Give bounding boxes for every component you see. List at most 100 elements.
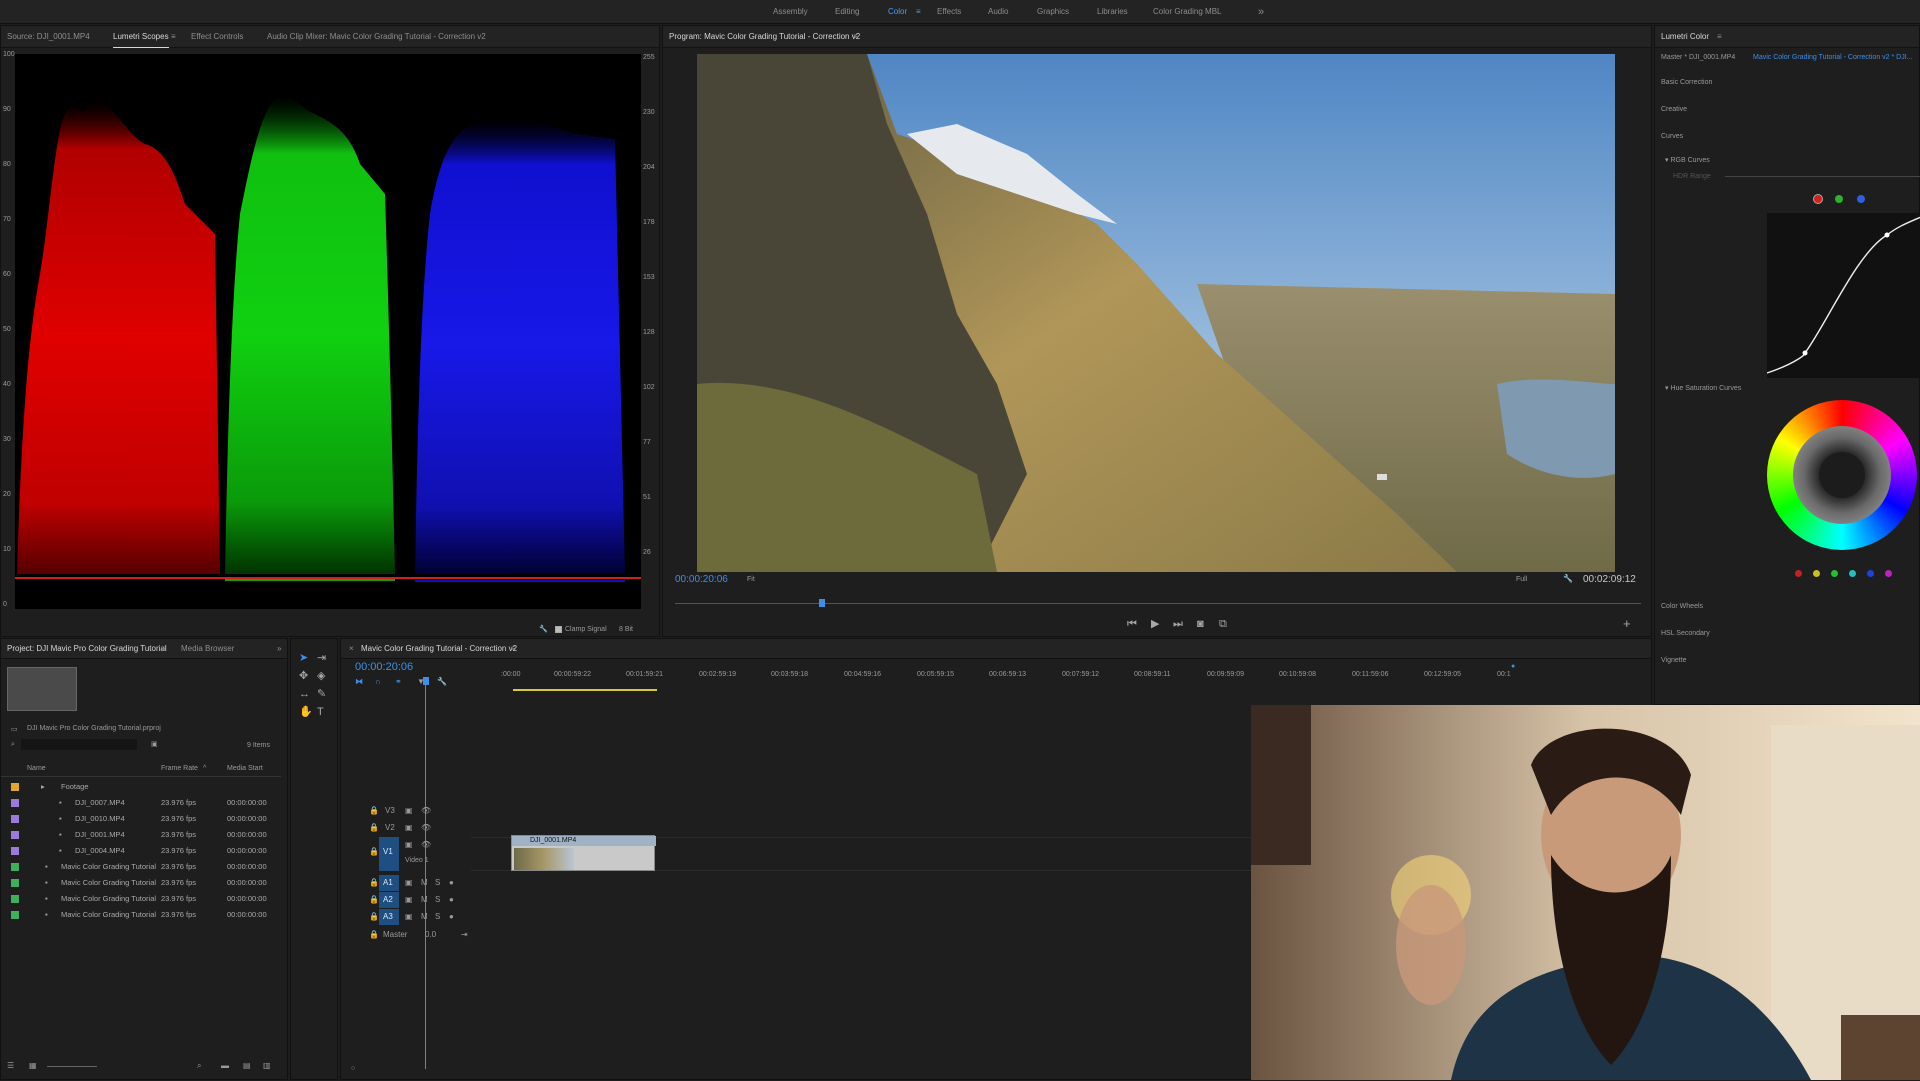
scroll-handle-left[interactable]: ○ xyxy=(351,1065,355,1072)
tab-effect-controls[interactable]: Effect Controls xyxy=(191,26,243,48)
clamp-signal-checkbox[interactable] xyxy=(555,626,562,633)
lock-icon[interactable]: 🔒 xyxy=(369,806,379,815)
section-creative[interactable]: Creative xyxy=(1661,106,1687,113)
export-frame-icon[interactable]: ◙ xyxy=(1197,619,1204,630)
icon-view-icon[interactable]: ▦ xyxy=(29,1061,37,1070)
list-item[interactable]: ▪ DJI_0010.MP4 23.976 fps 00:00:00:00 xyxy=(1,811,281,827)
nest-icon[interactable]: ⧓ xyxy=(355,677,363,686)
hue-channel-red[interactable] xyxy=(1795,570,1802,577)
track-select-icon[interactable]: ⇥ xyxy=(317,653,326,664)
mic-icon[interactable]: ● xyxy=(449,912,454,921)
mute-icon[interactable]: M xyxy=(421,912,428,921)
sync-lock-icon[interactable]: ▣ xyxy=(405,806,413,815)
playhead-handle[interactable] xyxy=(423,677,429,685)
column-name[interactable]: Name xyxy=(27,765,46,772)
tab-media-browser[interactable]: Media Browser xyxy=(181,639,234,659)
linked-selection-icon[interactable]: ⚭ xyxy=(395,677,402,686)
hue-sat-curves-toggle[interactable]: ▾ Hue Saturation Curves xyxy=(1665,384,1741,392)
track-label-v1[interactable]: V1 xyxy=(383,847,393,856)
close-icon[interactable]: × xyxy=(349,639,354,659)
tab-audio-clip-mixer[interactable]: Audio Clip Mixer: Mavic Color Grading Tu… xyxy=(267,26,486,48)
new-item-icon[interactable]: ▤ xyxy=(243,1061,251,1070)
sync-lock-icon[interactable]: ▣ xyxy=(405,840,413,849)
timeline-menu-icon[interactable]: ≡ xyxy=(511,639,516,659)
hue-channel-green[interactable] xyxy=(1831,570,1838,577)
column-media-start[interactable]: Media Start xyxy=(227,765,263,772)
work-area-bar[interactable] xyxy=(513,689,657,691)
playhead-marker[interactable] xyxy=(819,599,825,607)
search-icon[interactable]: ⌕ xyxy=(197,1061,201,1071)
section-color-wheels[interactable]: Color Wheels xyxy=(1661,603,1703,610)
lock-icon[interactable]: 🔒 xyxy=(369,912,379,921)
section-hsl-secondary[interactable]: HSL Secondary xyxy=(1661,630,1710,637)
tab-source[interactable]: Source: DJI_0001.MP4 xyxy=(7,26,90,48)
selection-tool-icon[interactable]: ➤ xyxy=(299,653,308,664)
play-icon[interactable]: ▶ xyxy=(1151,619,1159,630)
workspace-tab-effects[interactable]: Effects xyxy=(937,0,961,24)
new-bin-icon[interactable]: ▬ xyxy=(221,1061,229,1070)
wrench-icon[interactable]: 🔧 xyxy=(1563,574,1573,583)
tab-lumetri-scopes[interactable]: Lumetri Scopes xyxy=(113,26,169,48)
hue-channel-yellow[interactable] xyxy=(1813,570,1820,577)
lock-icon[interactable]: 🔒 xyxy=(369,847,379,856)
program-video-frame[interactable] xyxy=(697,54,1615,572)
section-basic-correction[interactable]: Basic Correction xyxy=(1661,79,1712,86)
eye-icon[interactable]: 👁 xyxy=(421,840,431,849)
program-scrub-bar[interactable] xyxy=(675,598,1641,608)
section-curves[interactable]: Curves xyxy=(1661,133,1683,140)
workspace-tab-color[interactable]: Color xyxy=(888,0,907,24)
workspace-tab-color-grading-mbl[interactable]: Color Grading MBL xyxy=(1153,0,1221,24)
list-item[interactable]: ▪ Mavic Color Grading Tutorial 23.976 fps 0… xyxy=(1,891,281,907)
sync-lock-icon[interactable]: ▣ xyxy=(405,823,413,832)
workspace-tab-graphics[interactable]: Graphics xyxy=(1037,0,1069,24)
track-label-a3[interactable]: A3 xyxy=(383,912,393,921)
scroll-marker-icon[interactable]: ● xyxy=(1511,663,1515,670)
lock-icon[interactable]: 🔒 xyxy=(369,895,379,904)
timeline-settings-icon[interactable]: 🔧 xyxy=(437,677,447,686)
lumetri-master-clip[interactable]: Master * DJI_0001.MP4 xyxy=(1661,54,1735,61)
fit-select[interactable]: Fit xyxy=(747,576,755,583)
sync-lock-icon[interactable]: ▣ xyxy=(405,878,413,887)
ripple-edit-icon[interactable]: ✥ xyxy=(299,671,308,682)
timeline-timecode[interactable]: 00:00:20:06 xyxy=(355,661,413,673)
section-vignette[interactable]: Vignette xyxy=(1661,657,1687,664)
track-label-a1[interactable]: A1 xyxy=(383,878,393,887)
curve-channel-blue[interactable] xyxy=(1879,195,1887,203)
timeline-playhead[interactable] xyxy=(425,679,426,1069)
master-volume[interactable]: 0.0 xyxy=(425,930,436,939)
track-label-a2[interactable]: A2 xyxy=(383,895,393,904)
workspace-menu-icon[interactable]: ≡ xyxy=(916,0,921,24)
timeline-ruler[interactable]: :00:00 00:00:59:22 00:01:59:21 00:02:59:… xyxy=(501,667,1601,695)
bin-icon[interactable]: ▣ xyxy=(151,740,158,748)
project-thumbnail[interactable] xyxy=(7,667,77,711)
panel-overflow-icon[interactable]: » xyxy=(277,639,281,659)
mic-icon[interactable]: ● xyxy=(449,895,454,904)
workspace-overflow-icon[interactable]: » xyxy=(1258,0,1264,24)
tab-lumetri-color[interactable]: Lumetri Color xyxy=(1661,26,1709,48)
hdr-range-slider[interactable] xyxy=(1725,176,1920,177)
bit-depth-select[interactable]: 8 Bit xyxy=(619,624,633,636)
mute-icon[interactable]: M xyxy=(421,878,428,887)
column-frame-rate[interactable]: Frame Rate xyxy=(161,765,198,772)
lock-icon[interactable]: 🔒 xyxy=(369,930,379,939)
tab-program[interactable]: Program: Mavic Color Grading Tutorial - … xyxy=(669,26,860,48)
list-item[interactable]: ▪ Mavic Color Grading Tutorial 23.976 fps 0… xyxy=(1,859,281,875)
solo-icon[interactable]: S xyxy=(435,895,440,904)
snap-icon[interactable]: ∩ xyxy=(375,677,381,686)
curve-channel-green[interactable] xyxy=(1857,195,1865,203)
track-label-v2[interactable]: V2 xyxy=(385,823,395,832)
step-forward-icon[interactable]: ⏭ xyxy=(1173,619,1183,630)
comparison-view-icon[interactable]: ⧉ xyxy=(1219,619,1227,630)
tab-project[interactable]: Project: DJI Mavic Pro Color Grading Tut… xyxy=(7,639,167,659)
workspace-tab-libraries[interactable]: Libraries xyxy=(1097,0,1128,24)
project-search-input[interactable] xyxy=(21,739,137,750)
workspace-tab-assembly[interactable]: Assembly xyxy=(773,0,808,24)
program-menu-icon[interactable]: ≡ xyxy=(853,26,858,48)
type-tool-icon[interactable]: T xyxy=(317,707,324,718)
solo-icon[interactable]: S xyxy=(435,912,440,921)
lock-icon[interactable]: 🔒 xyxy=(369,823,379,832)
workspace-tab-audio[interactable]: Audio xyxy=(988,0,1008,24)
step-back-icon[interactable]: ⏮ xyxy=(1127,619,1137,630)
project-menu-icon[interactable]: ≡ xyxy=(161,639,166,659)
track-label-v3[interactable]: V3 xyxy=(385,806,395,815)
